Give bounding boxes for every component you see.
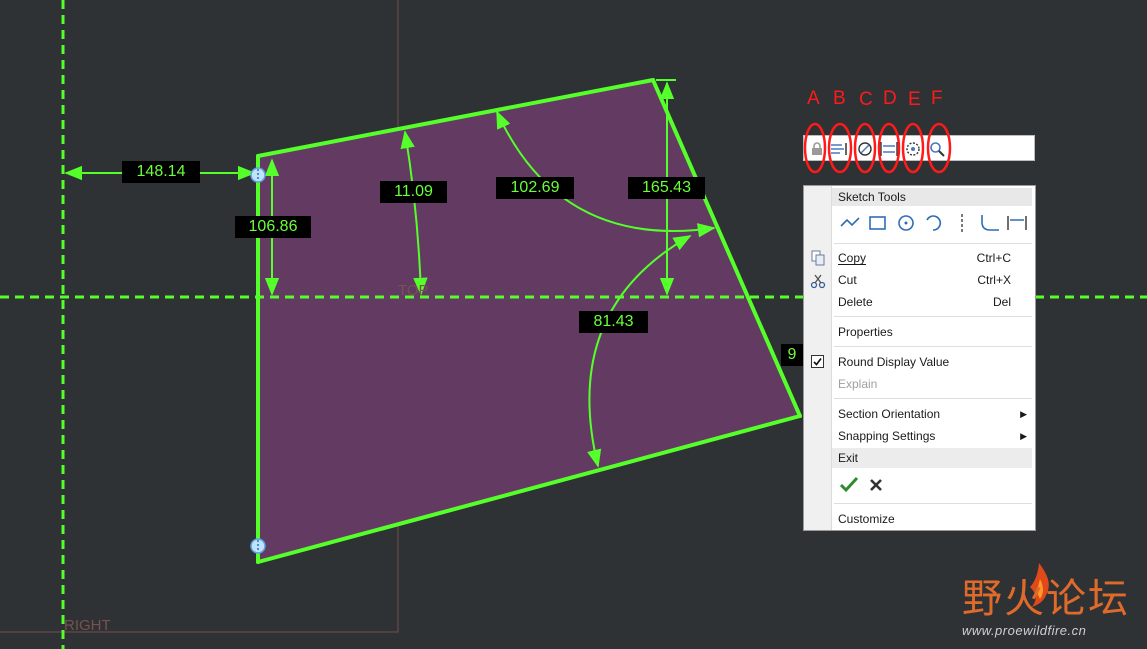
centerline-icon[interactable]: [950, 212, 974, 234]
arc-icon[interactable]: [922, 212, 946, 234]
snapping-settings-label: Snapping Settings: [838, 429, 936, 443]
section-orientation-label: Section Orientation: [838, 407, 941, 421]
menu-item-exit[interactable]: Exit: [832, 448, 1032, 468]
watermark-url: www.proewildfire.cn: [962, 623, 1087, 638]
context-menu: Sketch Tools Copy Ctrl+C Cut Ctrl+X Dele…: [803, 185, 1036, 531]
dimension-icon[interactable]: [1005, 212, 1029, 234]
menu-item-customize[interactable]: Customize: [838, 509, 1029, 529]
line-icon[interactable]: [838, 212, 862, 234]
cut-label: Cut: [838, 273, 857, 287]
properties-label: Properties: [838, 325, 893, 339]
explain-label: Explain: [838, 377, 878, 391]
round-display-value-label: Round Display Value: [838, 355, 950, 369]
customize-label: Customize: [838, 512, 895, 526]
scissors-icon: [810, 273, 826, 289]
copy-label: Copy: [838, 251, 867, 265]
submenu-arrow-icon: ▶: [1020, 409, 1027, 419]
fillet-icon[interactable]: [978, 212, 1002, 234]
menu-item-round-display-value[interactable]: Round Display Value: [838, 352, 1029, 372]
submenu-arrow-icon: ▶: [1020, 431, 1027, 441]
menu-item-snapping-settings[interactable]: Snapping Settings ▶: [838, 426, 1029, 446]
watermark-logo: 野火论坛 www.proewildfire.cn: [962, 563, 1140, 645]
checkbox-checked-icon[interactable]: [811, 355, 824, 368]
cut-shortcut: Ctrl+X: [977, 273, 1011, 287]
watermark-title: 野火论坛: [962, 576, 1130, 622]
menu-item-explain: Explain: [838, 374, 1029, 394]
copy-icon: [810, 250, 826, 266]
rectangle-icon[interactable]: [866, 212, 890, 234]
cancel-x-icon[interactable]: [867, 476, 885, 494]
menu-item-cut[interactable]: Cut Ctrl+X: [838, 270, 1029, 290]
ok-checkmark-icon[interactable]: [838, 474, 860, 496]
menu-item-properties[interactable]: Properties: [838, 322, 1029, 342]
menu-item-delete[interactable]: Delete Del: [838, 292, 1029, 312]
sketch-tools-header: Sketch Tools: [832, 188, 1032, 206]
delete-label: Delete: [838, 295, 873, 309]
delete-shortcut: Del: [992, 295, 1011, 309]
menu-item-section-orientation[interactable]: Section Orientation ▶: [838, 404, 1029, 424]
exit-label: Exit: [838, 451, 859, 465]
circle-icon[interactable]: [894, 212, 918, 234]
copy-shortcut: Ctrl+C: [976, 251, 1011, 265]
menu-item-copy[interactable]: Copy Ctrl+C: [838, 248, 1029, 268]
